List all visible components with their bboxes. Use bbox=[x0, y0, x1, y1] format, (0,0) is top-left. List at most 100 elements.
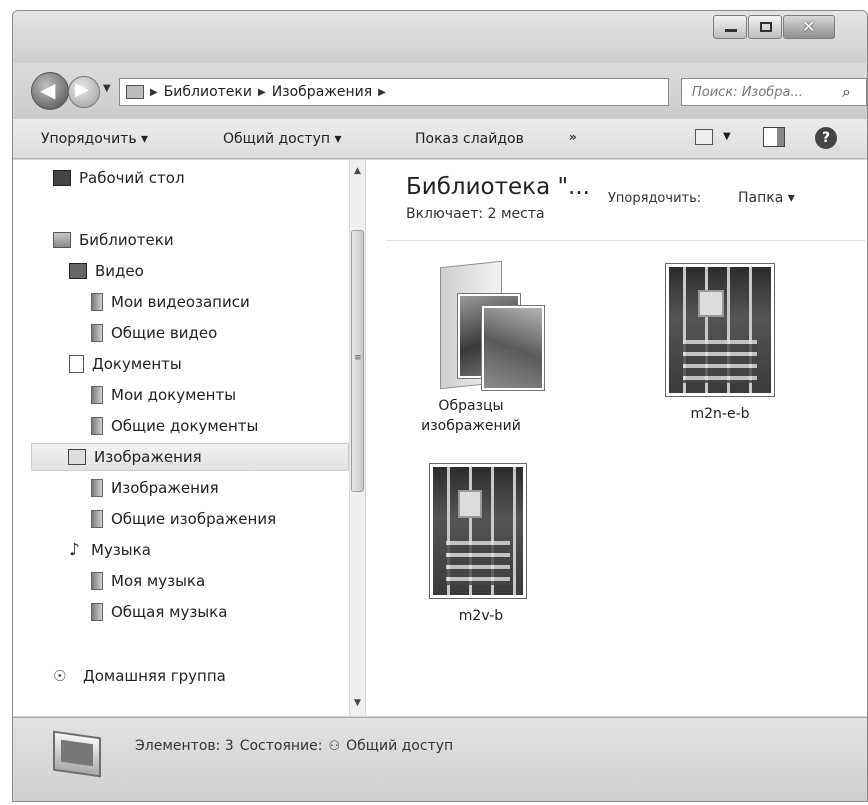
folder-icon bbox=[91, 603, 103, 621]
library-pictures-icon bbox=[53, 730, 101, 778]
preview-pane-button[interactable] bbox=[763, 127, 785, 147]
sidebar-item-public-videos[interactable]: Общие видео bbox=[91, 319, 217, 347]
breadcrumb-separator-icon[interactable]: ▶ bbox=[378, 84, 386, 100]
share-button[interactable]: Общий доступ ▾ bbox=[223, 131, 342, 147]
address-row: ◀ ▶ ▼ ▶ Библиотеки ▶ Изображения ▶ ▼ ⇆ П… bbox=[13, 63, 867, 119]
sidebar-item-my-pictures[interactable]: Изображения bbox=[91, 474, 219, 502]
screen-icon bbox=[61, 739, 93, 767]
file-tile-m2n-e-b[interactable]: m2n-e-b bbox=[650, 256, 790, 436]
library-title: Библиотека "... bbox=[406, 174, 590, 200]
command-toolbar: Упорядочить ▾ Общий доступ ▾ Показ слайд… bbox=[13, 119, 867, 159]
maximize-icon bbox=[760, 22, 772, 32]
minimize-icon bbox=[725, 29, 737, 32]
sidebar-item-label: Мои документы bbox=[111, 386, 237, 404]
folder-icon bbox=[91, 572, 103, 590]
sidebar-item-public-music[interactable]: Общая музыка bbox=[91, 598, 227, 626]
recent-pages-dropdown[interactable]: ▼ bbox=[103, 83, 111, 94]
arrange-by-label: Упорядочить: bbox=[608, 191, 702, 206]
grip-icon: ≡ bbox=[354, 353, 362, 363]
sidebar-item-libraries[interactable]: Библиотеки bbox=[53, 226, 174, 254]
close-button[interactable]: ✕ bbox=[783, 15, 835, 39]
tile-label: m2v-b bbox=[458, 608, 504, 624]
sidebar-item-music[interactable]: ♪ Музыка bbox=[69, 536, 151, 564]
breadcrumb-separator-icon[interactable]: ▶ bbox=[150, 84, 158, 100]
sidebar-item-label: Общие документы bbox=[111, 417, 259, 435]
sidebar-item-my-videos[interactable]: Мои видеозаписи bbox=[91, 288, 250, 316]
sidebar-item-label: Общие видео bbox=[111, 324, 218, 342]
scroll-up-icon[interactable]: ▲ bbox=[354, 166, 361, 176]
breadcrumb-libraries[interactable]: Библиотеки bbox=[164, 84, 252, 100]
scroll-down-icon[interactable]: ▼ bbox=[354, 698, 361, 708]
slideshow-button[interactable]: Показ слайдов bbox=[415, 131, 524, 147]
navigation-pane: Рабочий стол Библиотеки Видео Мои видеоз… bbox=[13, 160, 365, 716]
file-tile-sample-pictures[interactable]: Образцы изображений bbox=[406, 256, 545, 436]
sidebar-item-label: Мои видеозаписи bbox=[111, 293, 250, 311]
sidebar-item-label: Моя музыка bbox=[111, 572, 206, 590]
view-options-dropdown[interactable]: ▼ bbox=[723, 131, 731, 142]
breadcrumb-pictures[interactable]: Изображения bbox=[272, 84, 372, 100]
address-bar[interactable]: ▶ Библиотеки ▶ Изображения ▶ ▼ ⇆ bbox=[119, 78, 762, 106]
help-button[interactable]: ? bbox=[815, 127, 837, 149]
library-icon bbox=[53, 232, 71, 248]
minimize-button[interactable] bbox=[713, 15, 747, 39]
forward-button[interactable]: ▶ bbox=[68, 76, 100, 108]
cpu-socket-icon bbox=[697, 289, 725, 318]
image-thumbnail bbox=[429, 463, 527, 599]
tile-label: изображений bbox=[421, 418, 521, 434]
state-label: Состояние: bbox=[239, 738, 323, 754]
arrange-by-dropdown[interactable]: Папка ▾ bbox=[738, 190, 795, 206]
photo-thumbnail bbox=[481, 305, 545, 391]
homegroup-icon: ☉ bbox=[53, 667, 67, 685]
back-button[interactable]: ◀ bbox=[31, 72, 69, 110]
explorer-window: ✕ ◀ ▶ ▼ ▶ Библиотеки ▶ Изображения ▶ ▼ ⇆… bbox=[12, 10, 868, 802]
sidebar-item-videos[interactable]: Видео bbox=[69, 257, 144, 285]
items-count: Элементов: 3 bbox=[135, 738, 234, 754]
title-bar[interactable]: ✕ bbox=[13, 11, 867, 63]
expansion-slots-icon bbox=[445, 541, 511, 585]
sidebar-item-pictures[interactable]: Изображения bbox=[31, 443, 349, 471]
more-commands-button[interactable]: » bbox=[569, 130, 577, 144]
sidebar-item-label: Видео bbox=[95, 262, 144, 280]
preview-pane-icon bbox=[777, 128, 784, 146]
folder-icon bbox=[91, 386, 103, 404]
search-icon[interactable]: ⌕ bbox=[842, 82, 851, 102]
music-icon: ♪ bbox=[69, 540, 80, 560]
tile-label: Образцы bbox=[438, 398, 504, 414]
sidebar-item-label: Изображения bbox=[94, 448, 202, 466]
search-input[interactable]: Поиск: Изобра... ⌕ bbox=[681, 78, 867, 106]
content-pane: Библиотека "... Включает: 2 места Упоряд… bbox=[366, 160, 867, 716]
maximize-button[interactable] bbox=[748, 15, 782, 39]
sidebar-item-documents[interactable]: Документы bbox=[69, 350, 182, 378]
folder-icon bbox=[91, 479, 103, 497]
state-value: Общий доступ bbox=[346, 738, 454, 754]
sidebar-item-public-pictures[interactable]: Общие изображения bbox=[91, 505, 276, 533]
image-thumbnail bbox=[665, 263, 775, 397]
forward-arrow-icon: ▶ bbox=[75, 79, 89, 100]
sidebar-item-label: Документы bbox=[92, 355, 182, 373]
folder-icon bbox=[91, 293, 103, 311]
breadcrumb-separator-icon[interactable]: ▶ bbox=[258, 84, 266, 100]
scroll-thumb[interactable]: ≡ bbox=[351, 230, 364, 492]
sidebar-item-my-music[interactable]: Моя музыка bbox=[91, 567, 205, 595]
folder-thumbnail-icon bbox=[406, 256, 545, 396]
sidebar-item-homegroup[interactable]: ☉ Домашняя группа bbox=[53, 662, 226, 690]
back-arrow-icon: ◀ bbox=[40, 78, 56, 102]
library-locations-link[interactable]: Включает: 2 места bbox=[406, 206, 545, 222]
divider bbox=[386, 240, 866, 241]
sidebar-item-desktop[interactable]: Рабочий стол bbox=[53, 164, 185, 192]
expansion-slots-icon bbox=[683, 340, 757, 383]
breadcrumb: ▶ Библиотеки ▶ Изображения ▶ bbox=[150, 84, 386, 100]
shared-users-icon: ⚇ bbox=[328, 738, 341, 754]
sidebar-item-label: Общие изображения bbox=[111, 510, 277, 528]
sidebar-item-label: Музыка bbox=[91, 541, 151, 559]
tile-label: m2n-e-b bbox=[690, 406, 750, 422]
organize-button[interactable]: Упорядочить ▾ bbox=[41, 131, 148, 147]
library-icon bbox=[126, 85, 144, 99]
sidebar-item-public-documents[interactable]: Общие документы bbox=[91, 412, 258, 440]
document-icon bbox=[69, 355, 84, 373]
change-view-icon[interactable] bbox=[695, 129, 713, 145]
sidebar-item-label: Изображения bbox=[111, 479, 219, 497]
navigation-scrollbar[interactable]: ▲ ≡ ▼ bbox=[349, 160, 365, 716]
sidebar-item-my-documents[interactable]: Мои документы bbox=[91, 381, 236, 409]
file-tile-m2v-b[interactable]: m2v-b bbox=[416, 458, 546, 638]
